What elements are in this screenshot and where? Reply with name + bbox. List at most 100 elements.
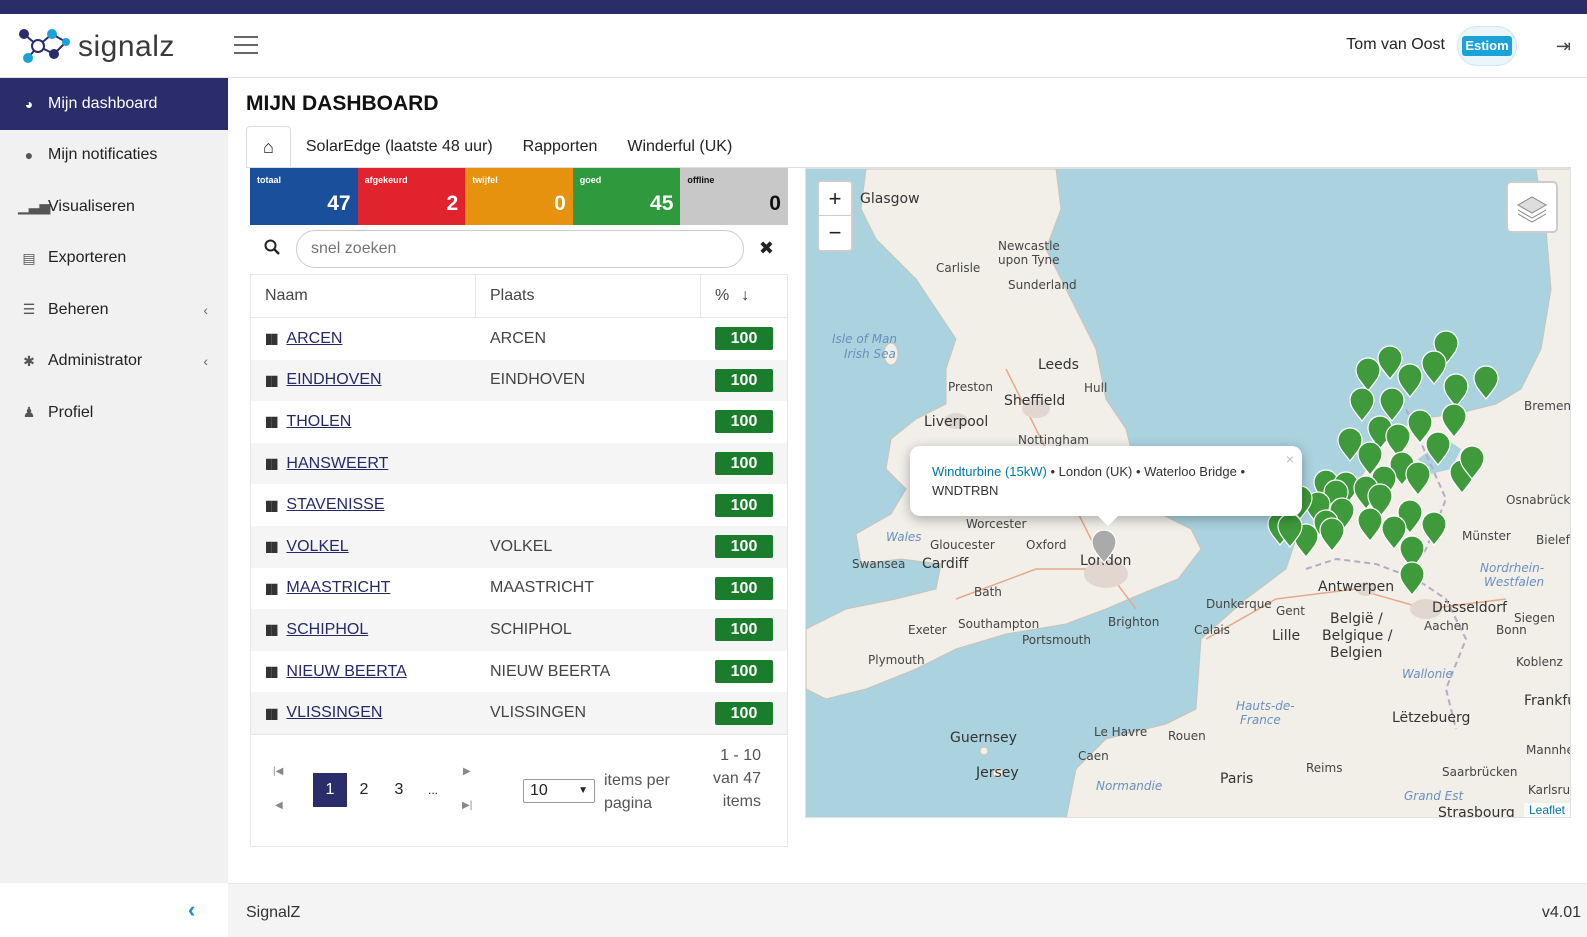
page-size-value: 10 <box>530 782 548 799</box>
map-label: Aachen <box>1424 619 1469 633</box>
map-icon[interactable]: ▮▮ <box>265 330 278 347</box>
map-label: Belgien <box>1330 645 1383 661</box>
table-row: ▮▮ HANSWEERT 100 <box>251 442 787 485</box>
location-link[interactable]: SCHIPHOL <box>286 621 368 639</box>
sidebar-item-label: Beheren <box>48 300 109 318</box>
stat-total[interactable]: totaal 47 <box>250 168 358 225</box>
map-icon[interactable]: ▮▮ <box>265 663 278 680</box>
map-label: Jersey <box>976 765 1019 781</box>
tab-reports[interactable]: Rapporten <box>508 126 613 168</box>
map-icon[interactable]: ▮▮ <box>265 705 278 722</box>
map-label: Plymouth <box>868 653 925 667</box>
map-icon[interactable]: ▮▮ <box>265 455 278 472</box>
map-icon[interactable]: ▮▮ <box>265 372 278 389</box>
map-icon[interactable]: ▮▮ <box>265 538 278 555</box>
map-label: Sunderland <box>1008 278 1077 292</box>
hamburger-menu-icon[interactable] <box>234 36 258 56</box>
map-label: Bonn <box>1496 623 1527 637</box>
popup-close-icon[interactable]: × <box>1286 450 1294 469</box>
location-link[interactable]: THOLEN <box>286 413 351 431</box>
sidebar-item-administrator[interactable]: ✱ Administrator ‹ <box>0 336 228 388</box>
map-label: Caen <box>1078 749 1109 763</box>
zoom-out-button[interactable]: − <box>819 216 851 250</box>
sidebar-item-dashboard[interactable]: ◕ Mijn dashboard <box>0 78 228 130</box>
map-label: Carlisle <box>936 261 981 275</box>
page-button-2[interactable]: 2 <box>347 773 381 807</box>
tab-winderful[interactable]: Winderful (UK) <box>612 126 747 168</box>
leaflet-attribution-link[interactable]: Leaflet <box>1523 803 1570 817</box>
location-link[interactable]: EINDHOVEN <box>286 371 381 389</box>
location-link[interactable]: HANSWEERT <box>286 455 388 473</box>
tab-home[interactable]: ⌂ <box>246 126 291 168</box>
location-link[interactable]: VOLKEL <box>286 538 348 556</box>
map-label: Exeter <box>908 623 947 637</box>
location-link[interactable]: NIEUW BEERTA <box>286 663 406 681</box>
popup-device-link[interactable]: Windturbine (15kW) <box>932 464 1047 479</box>
table-row: ▮▮ EINDHOVEN EINDHOVEN 100 <box>251 359 787 402</box>
layers-button[interactable] <box>1506 181 1558 233</box>
stat-doubt[interactable]: twijfel 0 <box>465 168 573 225</box>
search-input[interactable] <box>296 230 744 268</box>
location-link[interactable]: VLISSINGEN <box>286 704 382 722</box>
location-link[interactable]: STAVENISSE <box>286 496 384 514</box>
map-icon[interactable]: ▮▮ <box>265 621 278 638</box>
map-icon[interactable]: ▮▮ <box>265 413 278 430</box>
clear-search-icon[interactable]: ✖ <box>759 238 774 259</box>
column-header-percent[interactable]: % ↓ <box>701 275 787 317</box>
zoom-in-button[interactable]: + <box>819 182 851 216</box>
footer-brand: SignalZ <box>246 904 301 921</box>
sidebar-item-visualize[interactable]: ▁▃▅ Visualiseren <box>0 181 228 233</box>
logo-text: signalz <box>78 30 175 63</box>
page-size-select[interactable]: 10 ▼ <box>523 779 595 803</box>
search-icon <box>264 239 280 260</box>
map-label: Preston <box>948 380 993 394</box>
popup-tip <box>1096 514 1120 526</box>
map-label: Dunkerque <box>1206 597 1272 611</box>
place-cell <box>476 484 701 526</box>
stat-label: afgekeurd <box>364 175 408 185</box>
sidebar-item-notifications[interactable]: ● Mijn notificaties <box>0 130 228 182</box>
stat-value: 47 <box>327 192 351 215</box>
map-label: Bremen <box>1524 399 1571 413</box>
map-label: Hull <box>1084 381 1108 395</box>
sidebar-item-profile[interactable]: ♟ Profiel <box>0 387 228 439</box>
tab-solaredge[interactable]: SolarEdge (laatste 48 uur) <box>291 126 508 168</box>
map-label: Reims <box>1306 761 1343 775</box>
map-label: Wales <box>886 530 922 544</box>
company-avatar[interactable]: Estiom <box>1457 26 1517 66</box>
page-button-3[interactable]: 3 <box>382 773 416 807</box>
sidebar-item-manage[interactable]: ☰ Beheren ‹ <box>0 284 228 336</box>
next-page-icon[interactable]: ▶ <box>463 766 471 777</box>
page-button-1[interactable]: 1 <box>313 773 347 807</box>
sidebar-item-export[interactable]: ▤ Exporteren <box>0 233 228 285</box>
map-icon[interactable]: ▮▮ <box>265 580 278 597</box>
page-title: MIJN DASHBOARD <box>246 92 439 115</box>
map-label: Oxford <box>1026 538 1067 552</box>
map-icon[interactable]: ▮▮ <box>265 497 278 514</box>
dashboard-icon: ◕ <box>24 95 34 112</box>
table-row: ▮▮ THOLEN 100 <box>251 401 787 443</box>
first-page-icon[interactable]: |◀ <box>273 766 283 777</box>
map-view[interactable]: Glasgow Newcastle upon Tyne Carlisle Sun… <box>805 168 1571 818</box>
stat-label: offline <box>687 175 715 185</box>
column-header-place[interactable]: Plaats <box>476 275 701 317</box>
column-header-name[interactable]: Naam <box>251 275 476 317</box>
user-name[interactable]: Tom van Oost <box>1346 36 1445 54</box>
previous-page-icon[interactable]: ◀ <box>275 800 283 811</box>
stat-rejected[interactable]: afgekeurd 2 <box>357 168 466 225</box>
layers-icon <box>1516 196 1548 223</box>
logout-icon[interactable]: ⇥ <box>1556 36 1571 57</box>
signalz-logo[interactable]: signalz <box>14 22 184 70</box>
map-label: België / <box>1330 611 1383 627</box>
comment-icon: ● <box>24 147 34 164</box>
percent-badge: 100 <box>715 327 773 351</box>
stat-offline[interactable]: offline 0 <box>680 168 788 225</box>
map-label: Worcester <box>966 517 1027 531</box>
page-ellipsis[interactable]: ... <box>416 773 450 807</box>
location-link[interactable]: MAASTRICHT <box>286 579 390 597</box>
collapse-sidebar-icon[interactable]: ‹ <box>188 897 195 923</box>
map-label: Karlsruhe <box>1528 783 1571 797</box>
location-link[interactable]: ARCEN <box>286 330 342 348</box>
last-page-icon[interactable]: ▶| <box>462 800 472 811</box>
stat-good[interactable]: goed 45 <box>572 168 681 225</box>
